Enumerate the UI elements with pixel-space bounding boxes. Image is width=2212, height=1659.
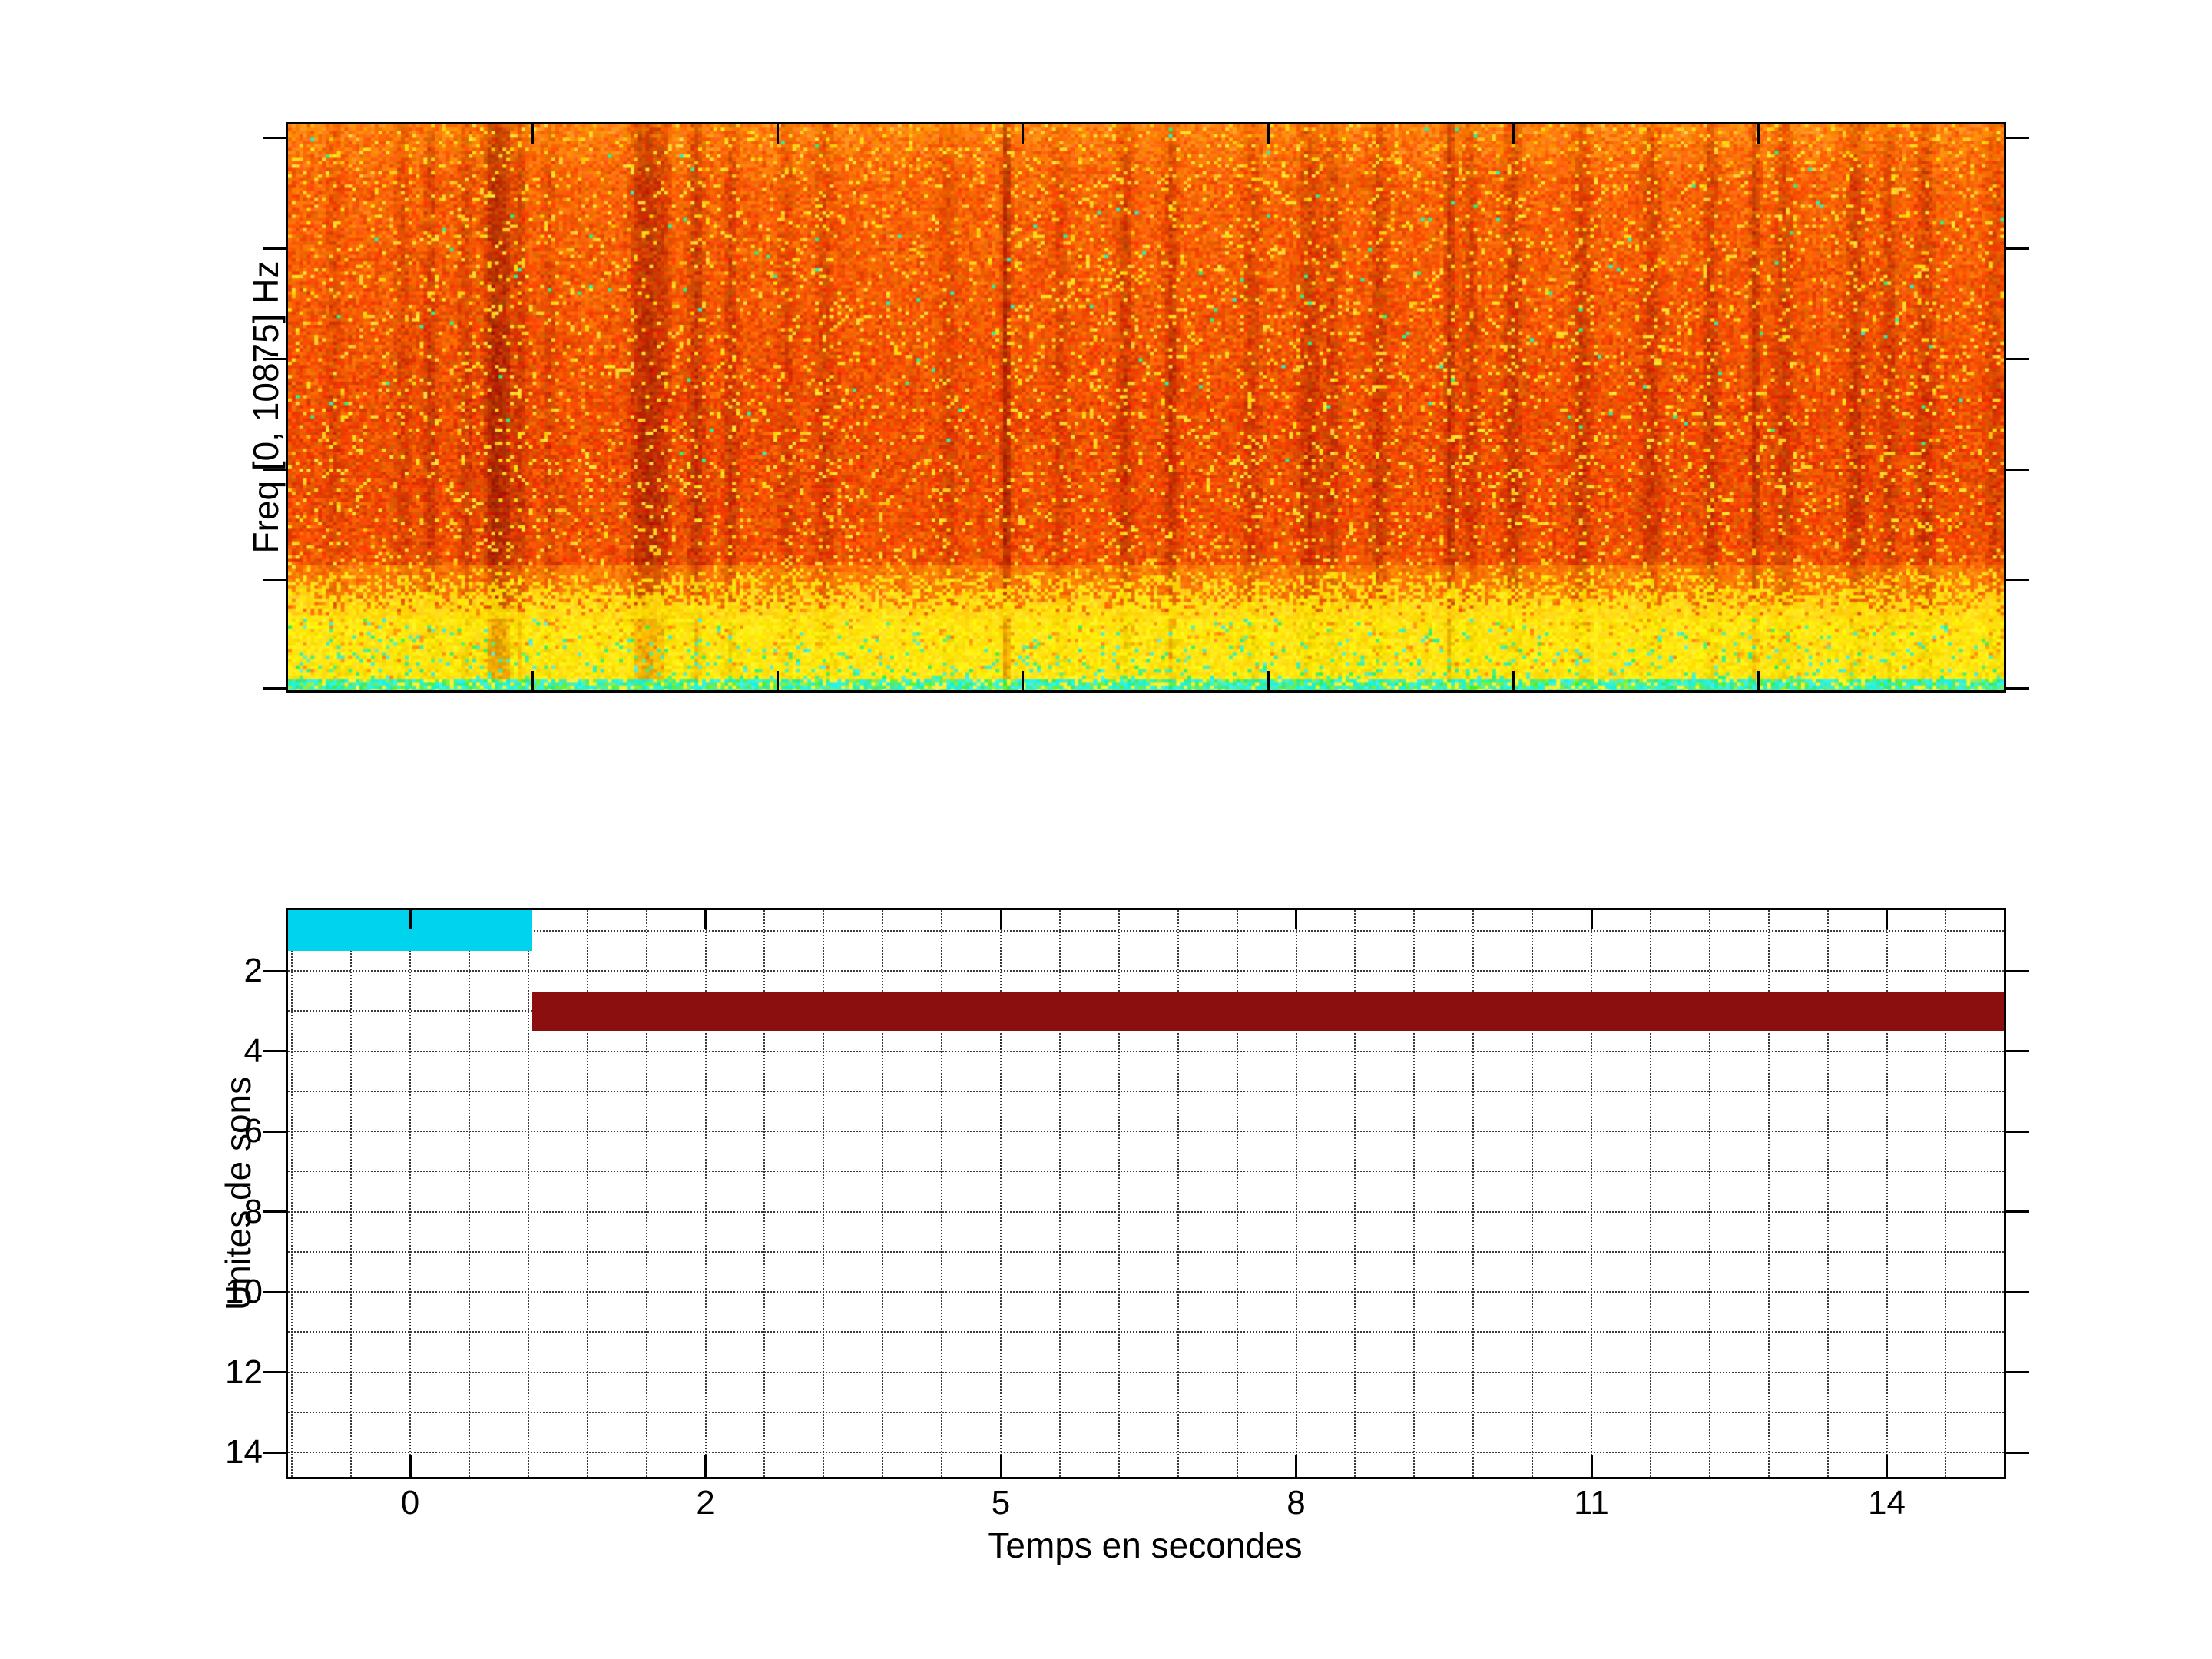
grid-hline bbox=[288, 1210, 2004, 1213]
spec-x-tick-bottom bbox=[776, 671, 779, 690]
grid-vline bbox=[350, 910, 353, 1477]
spec-x-tick-top bbox=[1512, 124, 1515, 144]
grid-vline bbox=[527, 910, 529, 1477]
spec-y-tick-right bbox=[2006, 468, 2029, 471]
grid-vline bbox=[291, 910, 293, 1477]
grid-hline bbox=[288, 970, 2004, 972]
spec-x-tick-top bbox=[531, 124, 534, 144]
y-tick-left bbox=[263, 1371, 286, 1373]
spec-y-tick-right bbox=[2006, 357, 2029, 360]
grid-hline bbox=[288, 1090, 2004, 1092]
x-tick-top bbox=[409, 910, 412, 929]
y-tick-label: 4 bbox=[243, 1031, 263, 1070]
x-tick-top bbox=[1295, 910, 1297, 929]
x-tick-bottom bbox=[409, 1455, 412, 1477]
y-tick-right bbox=[2006, 1451, 2029, 1454]
x-tick-bottom bbox=[999, 1455, 1002, 1477]
grid-hline bbox=[288, 1331, 2004, 1333]
spec-x-tick-bottom bbox=[1757, 671, 1760, 690]
grid-vline bbox=[409, 910, 411, 1477]
spec-x-tick-bottom bbox=[531, 671, 534, 690]
dark-red-bar bbox=[532, 992, 2004, 1031]
x-tick-label: 14 bbox=[1868, 1484, 1906, 1522]
barplot-xlabel: Temps en secondes bbox=[988, 1525, 1303, 1565]
grid-hline bbox=[288, 1411, 2004, 1413]
x-tick-top bbox=[704, 910, 707, 929]
grid-hline bbox=[288, 1250, 2004, 1253]
spec-x-tick-top bbox=[1021, 124, 1024, 144]
x-tick-label: 11 bbox=[1574, 1484, 1609, 1522]
y-tick-right bbox=[2006, 969, 2029, 972]
grid-hline bbox=[288, 1050, 2004, 1052]
y-tick-left bbox=[263, 969, 286, 972]
spec-x-tick-top bbox=[1757, 124, 1760, 144]
figure: Freq [0, 10875] Hz Unites de sons Temps … bbox=[0, 0, 2212, 1659]
x-tick-bottom bbox=[1886, 1455, 1888, 1477]
grid-hline bbox=[288, 1371, 2004, 1373]
grid-hline bbox=[288, 1131, 2004, 1132]
x-tick-label: 5 bbox=[991, 1484, 1011, 1522]
spec-x-tick-bottom bbox=[1021, 671, 1024, 690]
spec-y-tick-right bbox=[2006, 137, 2029, 140]
spec-x-tick-bottom bbox=[1512, 671, 1515, 690]
y-tick-label: 10 bbox=[225, 1273, 263, 1310]
y-tick-label: 14 bbox=[225, 1433, 263, 1471]
y-tick-label: 2 bbox=[243, 952, 263, 989]
x-tick-top bbox=[999, 910, 1002, 929]
x-tick-bottom bbox=[1590, 1455, 1593, 1477]
x-tick-label: 0 bbox=[400, 1484, 420, 1522]
y-tick-right bbox=[2006, 1371, 2029, 1373]
y-tick-label: 8 bbox=[243, 1192, 263, 1230]
spec-x-tick-top bbox=[776, 124, 779, 144]
spec-x-tick-top bbox=[1267, 124, 1270, 144]
spectrogram-image bbox=[288, 124, 2004, 690]
x-tick-label: 8 bbox=[1286, 1484, 1306, 1522]
grid-vline bbox=[468, 910, 470, 1477]
y-tick-left bbox=[263, 1050, 286, 1052]
spectrogram-axes bbox=[263, 122, 2029, 693]
y-tick-right bbox=[2006, 1210, 2029, 1213]
x-tick-label: 2 bbox=[696, 1484, 715, 1522]
y-tick-left bbox=[263, 1451, 286, 1454]
y-tick-right bbox=[2006, 1290, 2029, 1293]
x-tick-bottom bbox=[1295, 1455, 1297, 1477]
x-tick-bottom bbox=[704, 1455, 707, 1477]
spectrogram-ylabel: Freq [0, 10875] Hz bbox=[246, 260, 286, 554]
y-tick-right bbox=[2006, 1050, 2029, 1052]
grid-hline bbox=[288, 1452, 2004, 1453]
x-tick-top bbox=[1886, 910, 1888, 929]
y-tick-right bbox=[2006, 1130, 2029, 1133]
x-tick-top bbox=[1590, 910, 1593, 929]
grid-hline bbox=[288, 1291, 2004, 1293]
spec-y-tick-right bbox=[2006, 578, 2029, 581]
spec-x-tick-bottom bbox=[1267, 671, 1270, 690]
barplot-axes bbox=[263, 908, 2029, 1479]
grid-hline bbox=[288, 1171, 2004, 1173]
y-tick-left bbox=[263, 1130, 286, 1133]
y-tick-left bbox=[263, 1210, 286, 1213]
spec-y-tick-right bbox=[2006, 247, 2029, 250]
grid-hline bbox=[288, 929, 2004, 932]
y-tick-label: 12 bbox=[225, 1353, 263, 1391]
spec-y-tick-right bbox=[2006, 687, 2029, 690]
y-tick-label: 6 bbox=[243, 1112, 263, 1150]
y-tick-left bbox=[263, 1290, 286, 1293]
